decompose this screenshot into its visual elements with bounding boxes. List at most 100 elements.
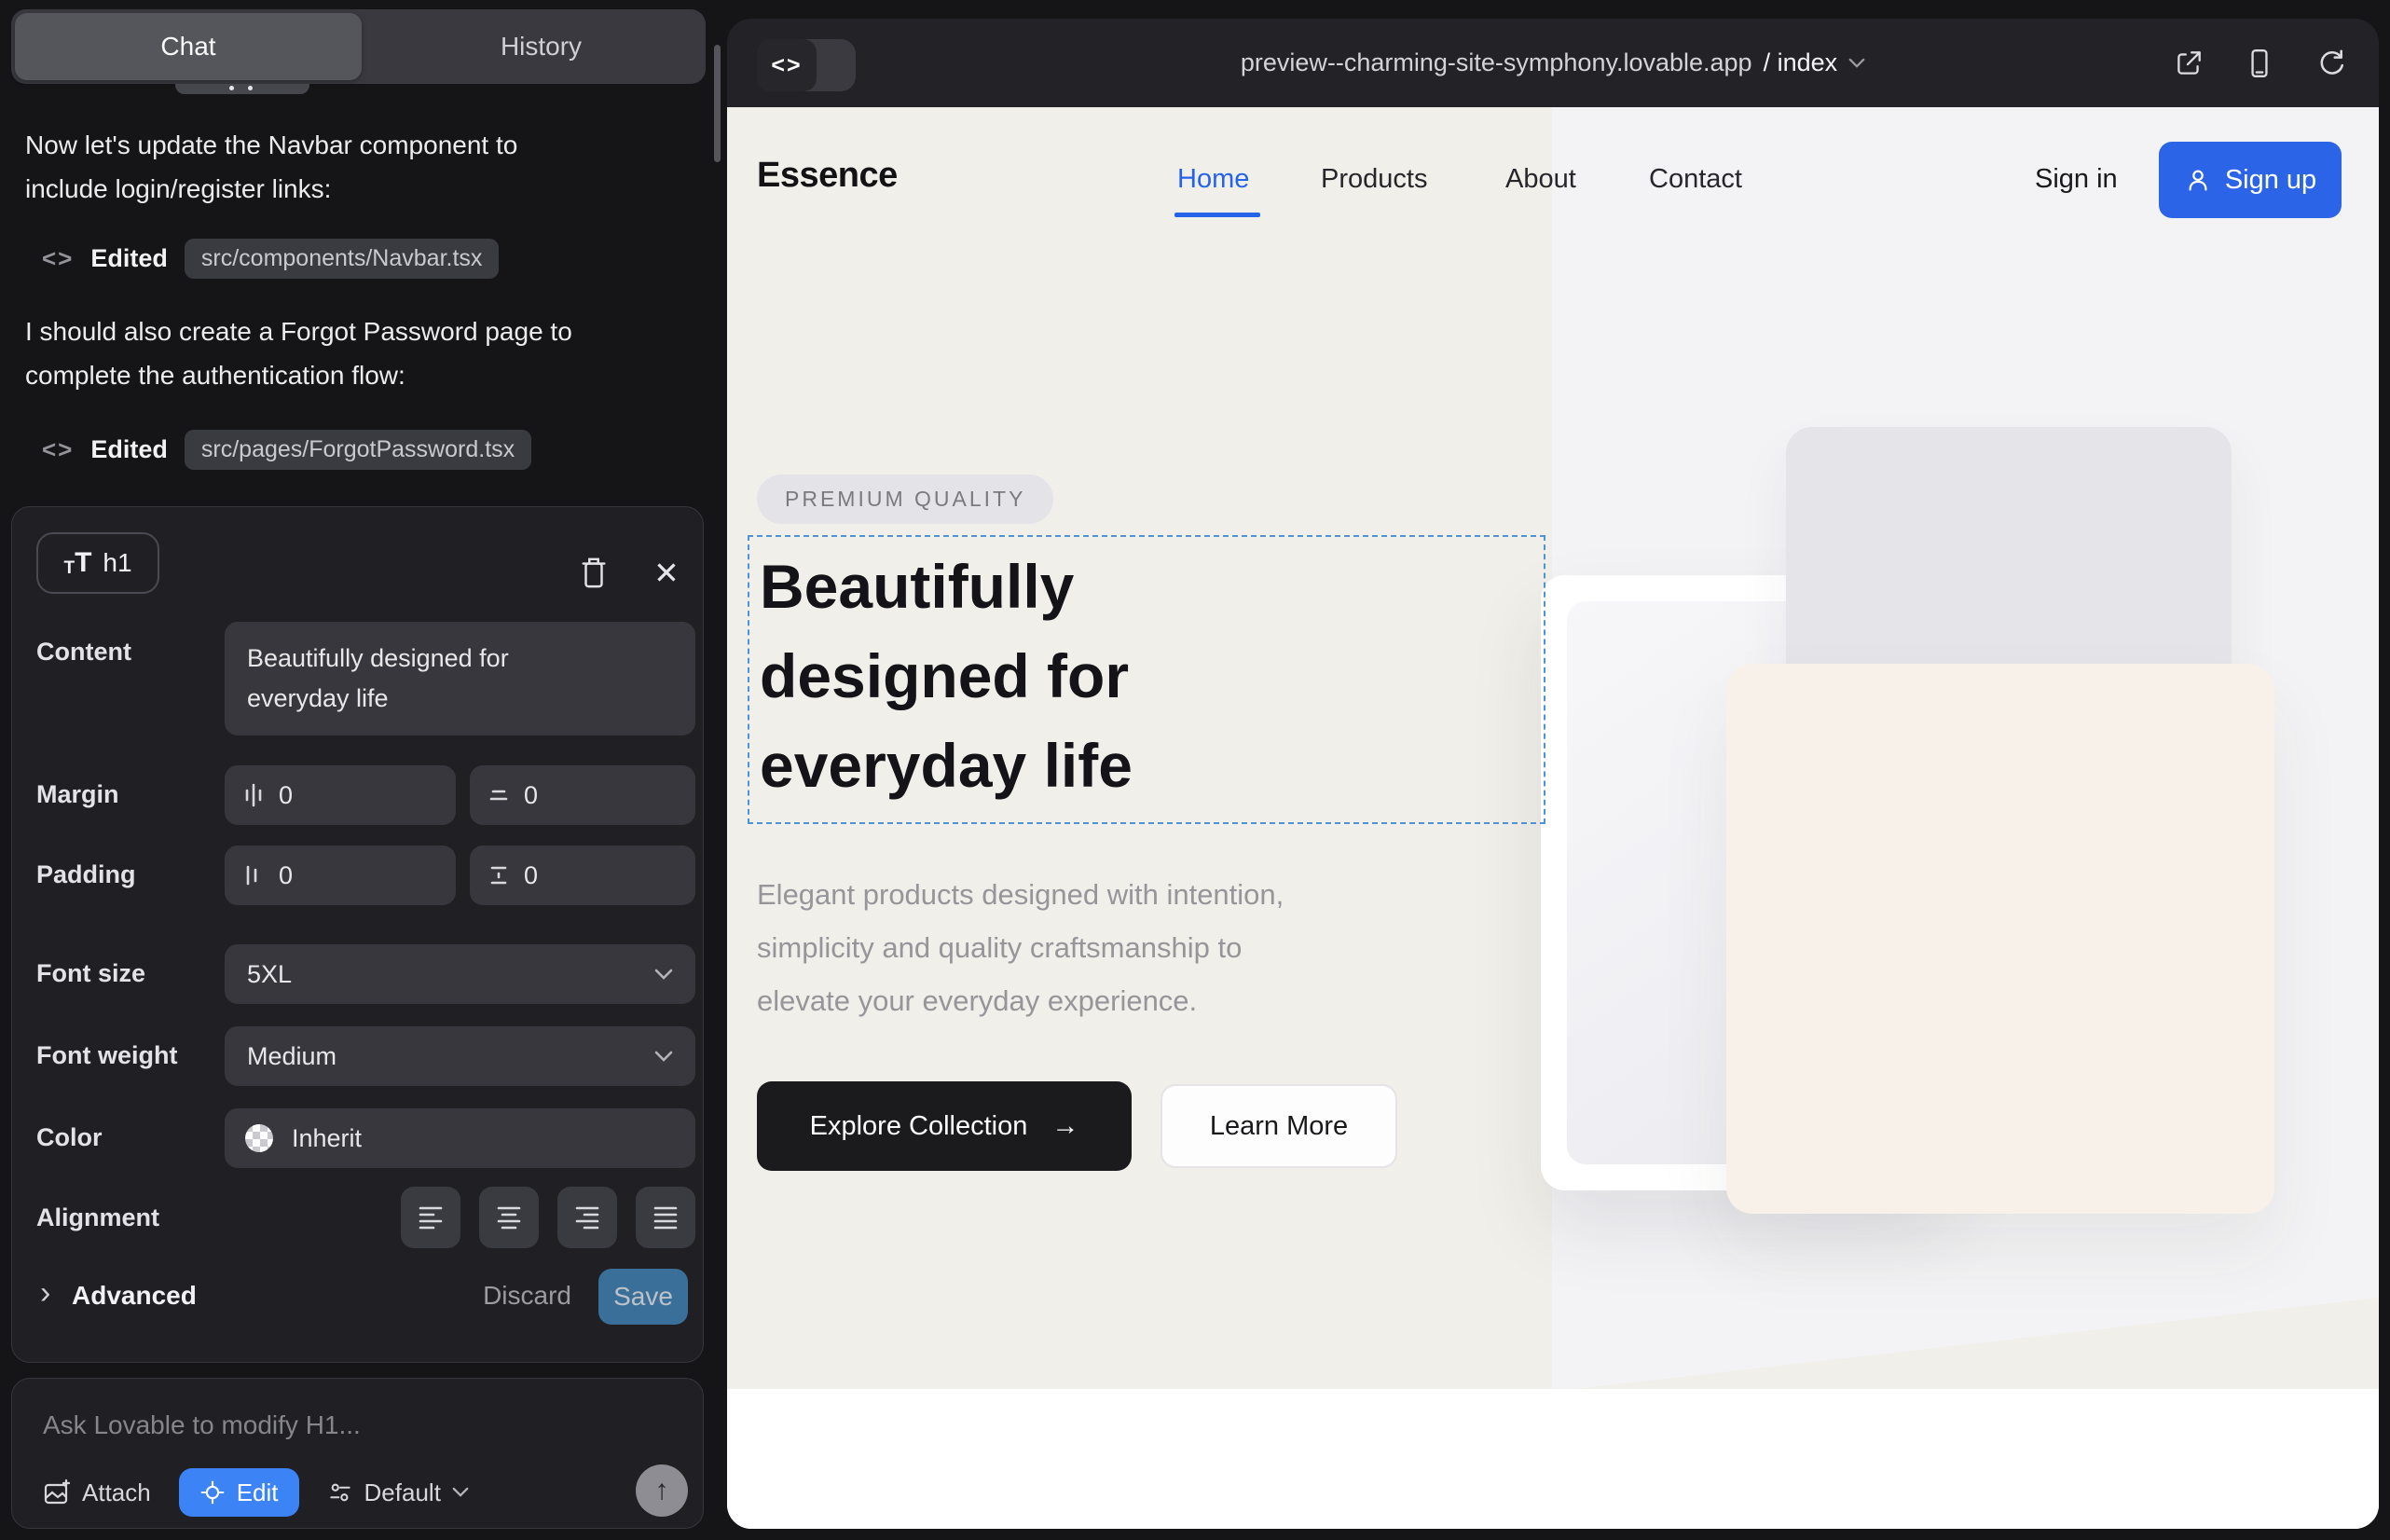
open-in-new-tab-button[interactable] [2172,47,2205,80]
mobile-preview-button[interactable] [2243,47,2276,80]
margin-horizontal-input[interactable]: 0 [225,765,456,825]
element-tag-badge: TT h1 [36,532,159,594]
tab-chat-label: Chat [160,32,215,62]
save-label: Save [613,1282,673,1312]
element-tag-label: h1 [103,548,131,578]
url-bar[interactable]: preview--charming-site-symphony.lovable.… [727,19,2379,107]
align-justify-button[interactable] [636,1187,695,1248]
typography-icon: TT [63,549,91,577]
alignment-label: Alignment [36,1203,159,1232]
composer-toolbar: Attach Edit [43,1466,469,1519]
decorative-cream-rectangle [1726,664,2274,1214]
font-weight-label: Font weight [36,1041,177,1070]
content-textarea[interactable]: Beautifully designed for everyday life [225,622,695,736]
sign-in-link[interactable]: Sign in [2035,164,2118,195]
user-icon [2184,166,2212,194]
code-icon: <> [42,435,74,464]
margin-horizontal-icon [243,781,264,809]
explore-collection-button[interactable]: Explore Collection → [757,1081,1132,1171]
delete-element-button[interactable] [573,552,614,593]
premium-quality-badge: PREMIUM QUALITY [757,474,1053,524]
external-link-icon [2173,48,2205,79]
tab-chat[interactable]: Chat [15,13,362,80]
save-button[interactable]: Save [598,1269,688,1325]
edited-label: Edited [90,244,168,273]
crosshair-icon [199,1479,226,1506]
margin-vertical-input[interactable]: 0 [470,765,695,825]
chevron-down-icon [1848,58,1865,69]
font-weight-select[interactable]: Medium [225,1026,695,1086]
paragraph-line: simplicity and quality craftsmanship to [757,921,1284,974]
nav-link-contact[interactable]: Contact [1649,164,1742,195]
file-chip[interactable]: src/components/Navbar.tsx [185,239,500,279]
message-line: I should also create a Forgot Password p… [25,309,678,353]
chevron-down-icon [654,969,673,981]
align-left-button[interactable] [401,1187,460,1248]
lovable-app: Chat History Now let's update the Navbar… [0,0,2390,1540]
align-center-button[interactable] [479,1187,539,1248]
edited-label: Edited [90,435,168,464]
preview-path: / index [1764,48,1838,77]
tab-bar: Chat History [11,9,706,84]
padding-horizontal-input[interactable]: 0 [225,846,456,905]
tab-history[interactable]: History [365,9,717,84]
margin-label: Margin [36,780,119,809]
color-label: Color [36,1123,103,1152]
color-swatch-transparent [245,1124,273,1152]
file-chip[interactable]: src/pages/ForgotPassword.tsx [185,430,531,470]
preview-url: preview--charming-site-symphony.lovable.… [1241,48,1752,77]
refresh-button[interactable] [2314,47,2347,80]
close-icon: ✕ [653,555,680,591]
chat-panel: Chat History Now let's update the Navbar… [0,0,727,1540]
discard-button[interactable]: Discard [436,1281,571,1311]
sign-up-button[interactable]: Sign up [2159,142,2342,218]
arrow-right-icon: → [1051,1111,1078,1142]
padding-vertical-value: 0 [524,861,538,890]
color-picker-field[interactable]: Inherit [225,1108,695,1168]
font-size-select[interactable]: 5XL [225,944,695,1004]
paragraph-line: elevate your everyday experience. [757,974,1284,1027]
align-left-icon [418,1204,444,1231]
learn-more-button[interactable]: Learn More [1161,1084,1397,1168]
browser-actions [2172,19,2347,107]
scrollbar-thumb[interactable] [714,45,721,162]
heading-line: everyday life [760,721,1133,810]
padding-label: Padding [36,860,136,889]
arrow-up-icon: ↑ [655,1475,669,1506]
attach-button[interactable]: Attach [43,1478,151,1507]
chat-composer: Ask Lovable to modify H1... Attach [11,1378,704,1529]
mode-select[interactable]: Default [327,1478,469,1507]
message-line: Now let's update the Navbar component to [25,123,678,167]
edited-file-row: <> Edited src/pages/ForgotPassword.tsx [42,430,531,470]
tab-history-label: History [501,32,582,62]
nav-link-products[interactable]: Products [1321,164,1427,195]
scrolled-message-peek [175,84,309,94]
composer-input[interactable]: Ask Lovable to modify H1... [43,1410,361,1440]
padding-vertical-input[interactable]: 0 [470,846,695,905]
active-nav-underline [1174,213,1260,217]
message-line: complete the authentication flow: [25,353,678,397]
mode-label: Default [364,1478,441,1507]
nav-link-about[interactable]: About [1505,164,1576,195]
edited-file-row: <> Edited src/components/Navbar.tsx [42,239,499,279]
attach-label: Attach [82,1478,151,1507]
trash-icon [578,555,610,590]
mobile-phone-icon [2244,48,2275,79]
font-weight-value: Medium [247,1042,337,1071]
site-logo[interactable]: Essence [757,156,898,196]
edit-mode-button[interactable]: Edit [179,1468,299,1517]
assistant-message: Now let's update the Navbar component to… [25,123,678,211]
chevron-down-icon [654,1051,673,1063]
close-editor-button[interactable]: ✕ [646,552,687,593]
nav-link-home[interactable]: Home [1177,164,1249,195]
margin-horizontal-value: 0 [279,781,293,810]
send-button[interactable]: ↑ [636,1464,688,1517]
advanced-toggle[interactable]: Advanced [72,1281,197,1311]
heading-line: designed for [760,631,1133,721]
margin-vertical-value: 0 [524,781,538,810]
sign-up-label: Sign up [2225,165,2316,196]
next-section-background [727,1389,2379,1529]
align-right-button[interactable] [557,1187,617,1248]
margin-vertical-icon [488,781,509,809]
hero-heading[interactable]: Beautifully designed for everyday life [760,542,1133,810]
